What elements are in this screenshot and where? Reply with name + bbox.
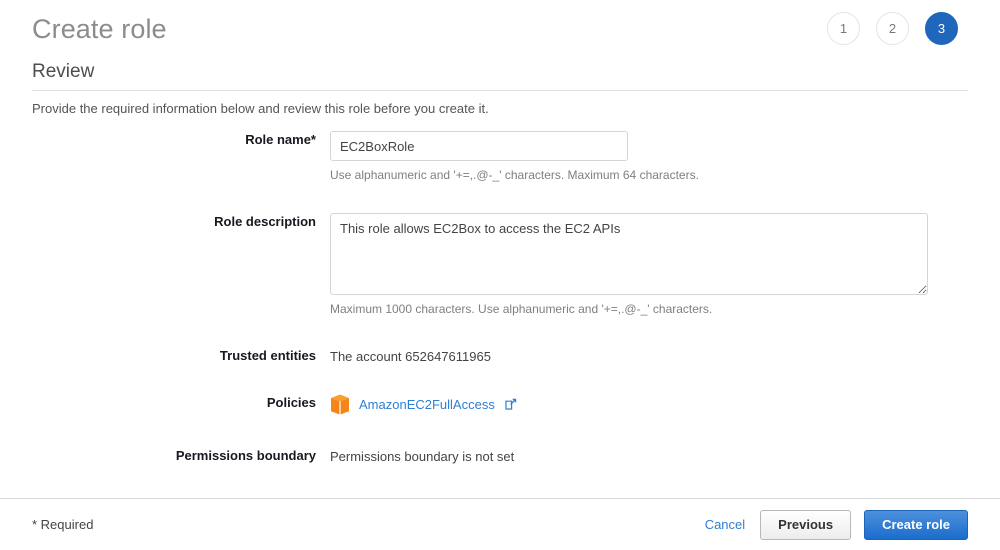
- review-section: Review Provide the required information …: [0, 60, 1000, 466]
- role-description-textarea[interactable]: [330, 213, 928, 295]
- policy-list-item: AmazonEC2FullAccess: [330, 394, 968, 415]
- wizard-step-2[interactable]: 2: [876, 12, 909, 45]
- wizard-step-indicator: 1 2 3: [827, 12, 958, 45]
- role-name-input[interactable]: [330, 131, 628, 161]
- form-row-trusted-entities: Trusted entities The account 65264761196…: [32, 347, 968, 366]
- review-form: Role name* Use alphanumeric and '+=,.@-_…: [32, 131, 968, 466]
- form-row-permissions-boundary: Permissions boundary Permissions boundar…: [32, 447, 968, 466]
- create-role-button[interactable]: Create role: [864, 509, 968, 540]
- form-row-role-name: Role name* Use alphanumeric and '+=,.@-_…: [32, 131, 968, 183]
- permissions-boundary-label: Permissions boundary: [175, 448, 316, 463]
- trusted-entities-control: The account 652647611965: [330, 347, 968, 366]
- role-name-hint: Use alphanumeric and '+=,.@-_' character…: [330, 168, 699, 182]
- section-description: Provide the required information below a…: [32, 101, 489, 116]
- form-row-policies: Policies AmazonEC2FullAccess: [32, 394, 968, 415]
- wizard-step-1[interactable]: 1: [827, 12, 860, 45]
- role-description-label: Role description: [214, 214, 316, 229]
- role-description-control: Maximum 1000 characters. Use alphanumeri…: [330, 213, 968, 317]
- section-title: Review: [32, 60, 968, 91]
- permissions-boundary-value: Permissions boundary is not set: [330, 449, 515, 464]
- page-header: Create role 1 2 3: [0, 0, 1000, 46]
- cancel-button[interactable]: Cancel: [703, 514, 747, 535]
- wizard-step-3-label: 3: [937, 21, 946, 36]
- previous-button[interactable]: Previous: [760, 509, 852, 540]
- trusted-entities-label: Trusted entities: [219, 348, 316, 363]
- external-link-icon[interactable]: [504, 396, 517, 414]
- permissions-boundary-control: Permissions boundary is not set: [330, 447, 968, 466]
- trusted-entities-value: The account 652647611965: [330, 349, 491, 364]
- policy-cube-icon: [330, 394, 350, 415]
- role-description-hint: Maximum 1000 characters. Use alphanumeri…: [330, 302, 713, 316]
- policies-label: Policies: [266, 395, 316, 410]
- footer-bar: * Required Cancel Previous Create role: [0, 498, 1000, 550]
- required-note: * Required: [32, 517, 94, 532]
- policy-link-amazonec2fullaccess[interactable]: AmazonEC2FullAccess: [359, 396, 495, 414]
- wizard-step-1-label: 1: [839, 21, 848, 36]
- wizard-step-2-label: 2: [888, 21, 897, 36]
- footer-actions: Cancel Previous Create role: [703, 509, 968, 540]
- wizard-step-3[interactable]: 3: [925, 12, 958, 45]
- policies-control: AmazonEC2FullAccess: [330, 394, 968, 415]
- role-name-control: Use alphanumeric and '+=,.@-_' character…: [330, 131, 968, 183]
- form-row-role-description: Role description Maximum 1000 characters…: [32, 213, 968, 317]
- role-name-label: Role name*: [245, 132, 316, 147]
